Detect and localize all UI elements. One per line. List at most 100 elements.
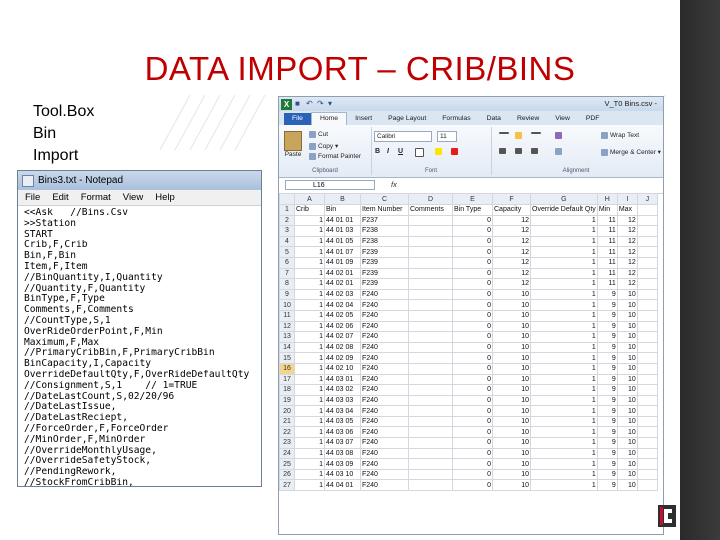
cell[interactable]: 10 xyxy=(616,447,638,460)
cell[interactable]: 10 xyxy=(492,362,531,375)
cell[interactable] xyxy=(636,426,658,439)
column-header[interactable]: J xyxy=(636,193,658,205)
cell[interactable]: 0 xyxy=(452,235,493,248)
align-bottom-button[interactable] xyxy=(531,132,543,134)
row-number[interactable]: 9 xyxy=(279,288,295,301)
align-middle-button[interactable] xyxy=(515,132,524,139)
cell[interactable]: F240 xyxy=(360,362,409,375)
cell[interactable]: F240 xyxy=(360,320,409,333)
column-header[interactable]: D xyxy=(408,193,453,205)
wrap-text-button[interactable]: Wrap Text xyxy=(601,132,639,139)
cell[interactable]: 10 xyxy=(492,458,531,470)
cell[interactable] xyxy=(408,426,453,439)
cell[interactable]: F240 xyxy=(360,331,409,343)
row-number[interactable]: 18 xyxy=(279,384,295,396)
cell[interactable]: 1 xyxy=(294,426,325,439)
cell[interactable] xyxy=(408,405,453,417)
cell[interactable] xyxy=(636,309,658,322)
cell[interactable]: 12 xyxy=(616,225,638,237)
row-number[interactable]: 8 xyxy=(279,278,295,290)
row-number[interactable]: 21 xyxy=(279,415,295,428)
cell[interactable]: 10 xyxy=(616,309,638,322)
cell[interactable]: 11 xyxy=(596,246,618,258)
cell[interactable]: 10 xyxy=(616,288,638,301)
cell[interactable]: F240 xyxy=(360,479,409,492)
cell[interactable]: 9 xyxy=(596,299,618,311)
cell[interactable]: 1 xyxy=(530,468,598,481)
cell[interactable]: 12 xyxy=(616,267,638,280)
cell[interactable]: 10 xyxy=(616,468,638,481)
cell[interactable]: 10 xyxy=(492,352,531,364)
cell[interactable] xyxy=(636,394,658,407)
cell[interactable]: 11 xyxy=(596,225,618,237)
cell[interactable]: 9 xyxy=(596,320,618,333)
cell[interactable]: Item Number xyxy=(360,204,409,216)
cell[interactable]: 10 xyxy=(492,331,531,343)
save-icon[interactable]: ■ xyxy=(295,100,303,108)
cell[interactable]: 1 xyxy=(294,362,325,375)
cell[interactable]: 9 xyxy=(596,479,618,492)
cell[interactable] xyxy=(636,299,658,311)
align-center-button[interactable] xyxy=(515,148,524,154)
cell[interactable]: 1 xyxy=(530,352,598,364)
cell[interactable] xyxy=(636,225,658,237)
cell[interactable]: 1 xyxy=(530,341,598,354)
bold-button[interactable]: B xyxy=(375,148,380,155)
cell[interactable]: 9 xyxy=(596,362,618,375)
cell[interactable]: Override Default Qty xyxy=(530,204,598,216)
merge-center-button[interactable]: Merge & Center ▾ xyxy=(601,148,661,156)
tab-formulas[interactable]: Formulas xyxy=(434,113,478,125)
cell[interactable]: 11 xyxy=(596,278,618,290)
menu-view[interactable]: View xyxy=(123,192,143,203)
column-header[interactable]: H xyxy=(596,193,618,205)
cell[interactable]: 1 xyxy=(530,437,598,449)
cell[interactable]: 1 xyxy=(294,458,325,470)
cell[interactable]: 9 xyxy=(596,373,618,386)
cell[interactable]: 0 xyxy=(452,394,493,407)
cell[interactable]: 10 xyxy=(616,437,638,449)
notepad-title-bar[interactable]: Bins3.txt - Notepad xyxy=(18,171,261,190)
cell[interactable]: 0 xyxy=(452,405,493,417)
cell[interactable]: 10 xyxy=(616,373,638,386)
cell[interactable]: 44 01 09 xyxy=(324,256,361,269)
cell[interactable]: F240 xyxy=(360,415,409,428)
cell[interactable]: F239 xyxy=(360,246,409,258)
cell[interactable]: 1 xyxy=(530,225,598,237)
cell[interactable]: 1 xyxy=(530,394,598,407)
cell[interactable]: 1 xyxy=(294,405,325,417)
cell[interactable]: 11 xyxy=(596,214,618,227)
indent-button[interactable] xyxy=(555,148,564,155)
cell[interactable]: 0 xyxy=(452,214,493,227)
cell[interactable]: 1 xyxy=(530,479,598,492)
cell[interactable]: 10 xyxy=(492,447,531,460)
cell[interactable]: 44 03 06 xyxy=(324,426,361,439)
cell[interactable]: 9 xyxy=(596,458,618,470)
cell[interactable] xyxy=(636,204,658,216)
font-name-select[interactable]: Calibri xyxy=(374,131,432,142)
cell[interactable]: F240 xyxy=(360,288,409,301)
row-number[interactable]: 12 xyxy=(279,320,295,333)
cell[interactable] xyxy=(636,458,658,470)
cell[interactable]: 9 xyxy=(596,352,618,364)
cell[interactable] xyxy=(636,235,658,248)
cell[interactable]: 0 xyxy=(452,309,493,322)
cell[interactable]: 0 xyxy=(452,362,493,375)
align-left-button[interactable] xyxy=(499,148,508,154)
cell[interactable]: F240 xyxy=(360,341,409,354)
tab-home[interactable]: Home xyxy=(310,112,348,125)
cell[interactable]: 10 xyxy=(492,384,531,396)
row-number[interactable]: 2 xyxy=(279,214,295,227)
cell[interactable]: 1 xyxy=(530,415,598,428)
cell[interactable] xyxy=(636,278,658,290)
format-painter-button[interactable]: Format Painter xyxy=(309,153,361,160)
cell[interactable]: 10 xyxy=(492,437,531,449)
cell[interactable]: 1 xyxy=(530,458,598,470)
tab-data[interactable]: Data xyxy=(479,113,509,125)
cell[interactable]: 10 xyxy=(616,320,638,333)
cell[interactable]: 12 xyxy=(492,278,531,290)
cell[interactable]: 9 xyxy=(596,426,618,439)
cell[interactable] xyxy=(636,437,658,449)
cell[interactable]: 44 02 01 xyxy=(324,267,361,280)
cell[interactable]: 44 03 02 xyxy=(324,384,361,396)
cell[interactable]: 10 xyxy=(492,309,531,322)
